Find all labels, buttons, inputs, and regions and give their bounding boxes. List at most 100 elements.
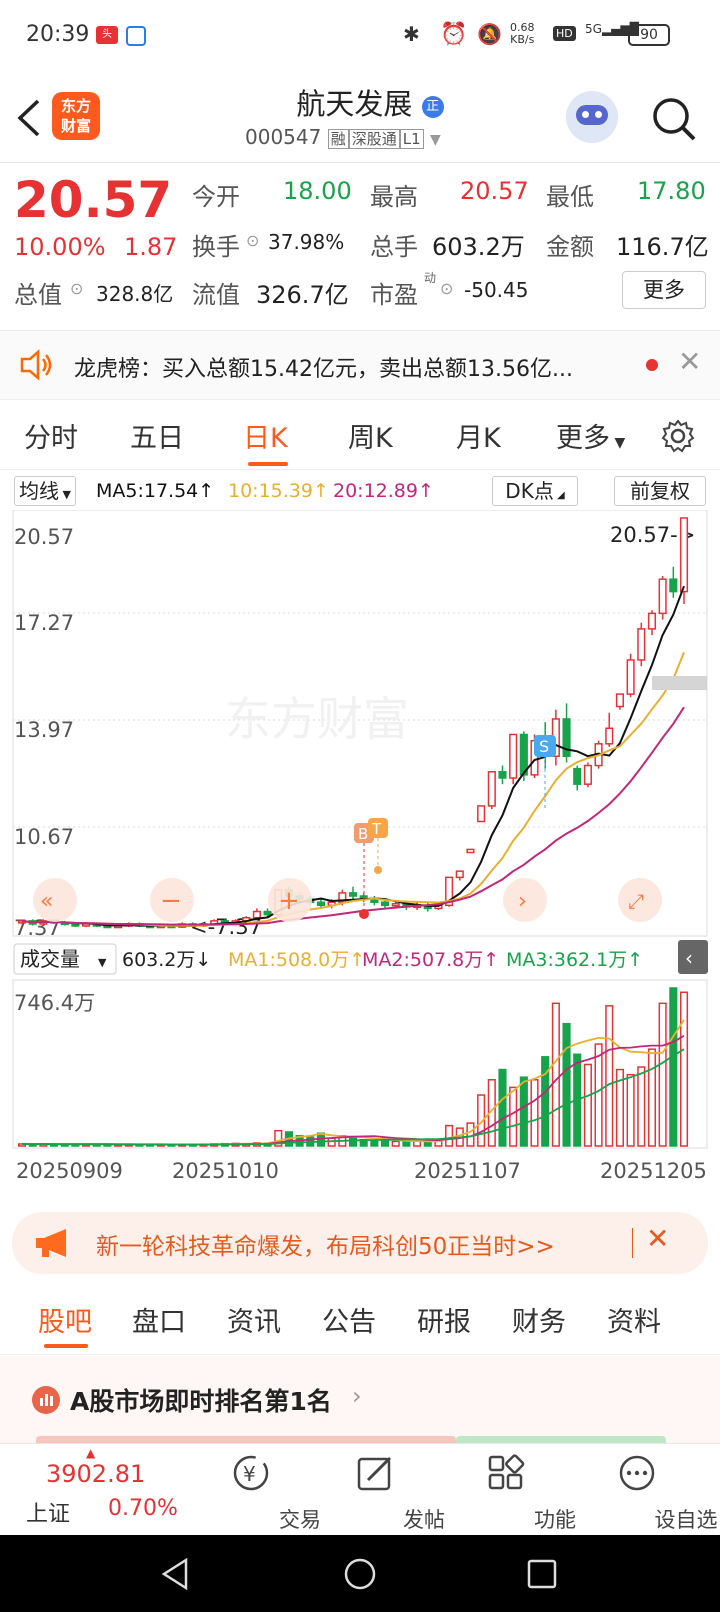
badge-l1: L1	[399, 129, 424, 149]
volume-bar	[605, 1005, 614, 1147]
open-label: 今开	[192, 183, 240, 211]
low-label: 最低	[546, 183, 594, 211]
tab-finance[interactable]: 财务	[512, 1300, 566, 1339]
unread-dot	[646, 359, 658, 371]
candle	[263, 910, 272, 916]
sell-marker-label: S	[539, 737, 549, 756]
nav-back-icon[interactable]	[160, 1557, 192, 1591]
tab-5day[interactable]: 五日	[130, 416, 184, 455]
low-value: 17.80	[637, 177, 706, 205]
t-dot	[374, 866, 382, 874]
tab-pankou[interactable]: 盘口	[132, 1300, 186, 1339]
assistant-avatar[interactable]	[566, 91, 618, 143]
volume-bar	[445, 1124, 454, 1147]
index-value: 3902.81	[46, 1460, 146, 1488]
change-amount: 1.87	[124, 233, 178, 261]
badge-sgt: 深股通	[348, 129, 400, 149]
ma5-value: MA5:17.54↑	[96, 480, 215, 502]
tab-more[interactable]: 更多 ▼	[556, 416, 625, 455]
candle	[466, 848, 475, 854]
tab-profile[interactable]: 资料	[607, 1300, 661, 1339]
volume-bar	[402, 1140, 411, 1147]
chevron-right-icon: ›	[352, 1382, 362, 1410]
more-button[interactable]: 更多	[622, 271, 706, 309]
open-value: 18.00	[283, 177, 352, 205]
index-ticker[interactable]: ▲ 3902.81 上证 0.70%	[0, 1444, 200, 1536]
mcap-label: 总值	[14, 281, 62, 309]
volume-bar	[370, 1139, 379, 1147]
tab-daily-k[interactable]: 日K	[243, 416, 288, 455]
promo-banner[interactable]: 新一轮科技革命爆发，布局科创50正当时>> ✕	[12, 1212, 708, 1274]
rank-card[interactable]: A股市场即时排名第1名 ›	[0, 1356, 720, 1444]
notification-icon: 头	[96, 26, 118, 44]
pe-label: 市盈	[370, 281, 418, 309]
bluetooth-icon: ✱	[403, 22, 420, 46]
tab-monthly-k[interactable]: 月K	[456, 416, 501, 455]
candle	[252, 910, 261, 919]
index-name: 上证	[26, 1502, 71, 1527]
volume-dropdown-icon: ▼	[98, 956, 107, 969]
volume-label: 总手	[370, 233, 418, 261]
candle	[391, 903, 400, 907]
kline-chart[interactable]: 均线 ▼ MA5:17.54↑ 10:15.39↑ 20:12.89↑ DK点 …	[0, 470, 720, 1200]
right-icon: ›	[518, 889, 527, 914]
vol-ma2: MA2:507.8万↑	[362, 949, 499, 971]
info-icon[interactable]: ⊙	[440, 279, 453, 298]
stock-code: 000547	[245, 125, 322, 149]
volume-label: 成交量	[20, 947, 80, 971]
tab-underline	[248, 462, 288, 466]
volume-bar	[637, 1066, 646, 1147]
high-value: 20.57	[460, 177, 529, 205]
nav-home-icon[interactable]	[343, 1557, 377, 1591]
quote-panel: 20.57 10.00% 1.87 今开 18.00 最高 20.57 最低 1…	[0, 163, 720, 328]
kline-svg[interactable]: 东方财富 20.57 17.27 13.97 10.67 7.37 20.57-…	[0, 510, 720, 1200]
amount-label: 金额	[546, 233, 594, 261]
info-icon[interactable]: ⊙	[70, 279, 83, 298]
candle	[348, 892, 358, 897]
tab-weekly-k[interactable]: 周K	[348, 416, 393, 455]
high-label: 最高	[370, 183, 418, 211]
date-label: 20250909	[16, 1159, 123, 1183]
nav-recent-icon[interactable]	[525, 1557, 559, 1591]
candle	[509, 733, 518, 779]
info-icon[interactable]: ⊙	[246, 231, 259, 250]
candle	[615, 693, 624, 708]
tab-guba[interactable]: 股吧	[38, 1300, 92, 1339]
adjust-button[interactable]: 前复权	[614, 476, 706, 506]
dk-button[interactable]: DK点 ◢	[492, 476, 578, 506]
axis-label: 17.27	[14, 611, 74, 635]
candle	[658, 578, 667, 615]
double-left-icon: «	[40, 889, 53, 914]
gear-icon[interactable]	[660, 418, 696, 454]
volume-bar	[509, 1086, 518, 1147]
volume-bar	[562, 1022, 571, 1147]
status-bar: 20:39 头 ✱ ⏰ 🔕 0.68 KB/s HD 5G▂▄▆█ 90	[0, 0, 720, 75]
volume-frame	[12, 979, 708, 1149]
stock-code-row[interactable]: 000547 融深股通 L1 ▼	[245, 125, 441, 149]
watermark: 东方财富	[225, 693, 409, 745]
close-icon[interactable]: ✕	[678, 345, 701, 378]
collapse-icon: ‹	[685, 946, 693, 970]
lhb-notice[interactable]: 龙虎榜：买入总额15.42亿元，卖出总额13.56亿... ✕	[0, 330, 720, 400]
more-icon	[619, 1455, 655, 1491]
candle	[316, 901, 326, 907]
tab-research[interactable]: 研报	[417, 1300, 471, 1339]
stock-header: 东方 财富 航天发展 正 000547 融深股通 L1 ▼	[0, 75, 720, 163]
volume-bar	[626, 1073, 635, 1147]
candle	[583, 764, 592, 785]
date-label: 20251107	[414, 1159, 521, 1183]
net-speed: 0.68 KB/s	[510, 21, 535, 46]
ma-selector[interactable]: 均线 ▼	[14, 476, 76, 506]
volume-bar	[647, 1048, 657, 1147]
turnover-value: 37.98%	[268, 230, 345, 254]
edit-icon	[357, 1456, 392, 1491]
bottom-toolbar: ▲ 3902.81 上证 0.70% ¥ 交易 发帖 功能 设自选	[0, 1443, 720, 1535]
search-icon[interactable]	[650, 95, 700, 145]
tab-intraday[interactable]: 分时	[24, 416, 78, 455]
date-label: 20251010	[172, 1159, 279, 1183]
tab-announcements[interactable]: 公告	[322, 1300, 376, 1339]
candle	[380, 901, 390, 907]
close-icon[interactable]: ✕	[646, 1222, 669, 1255]
tab-news[interactable]: 资讯	[227, 1300, 281, 1339]
volume-bar	[519, 1076, 528, 1147]
